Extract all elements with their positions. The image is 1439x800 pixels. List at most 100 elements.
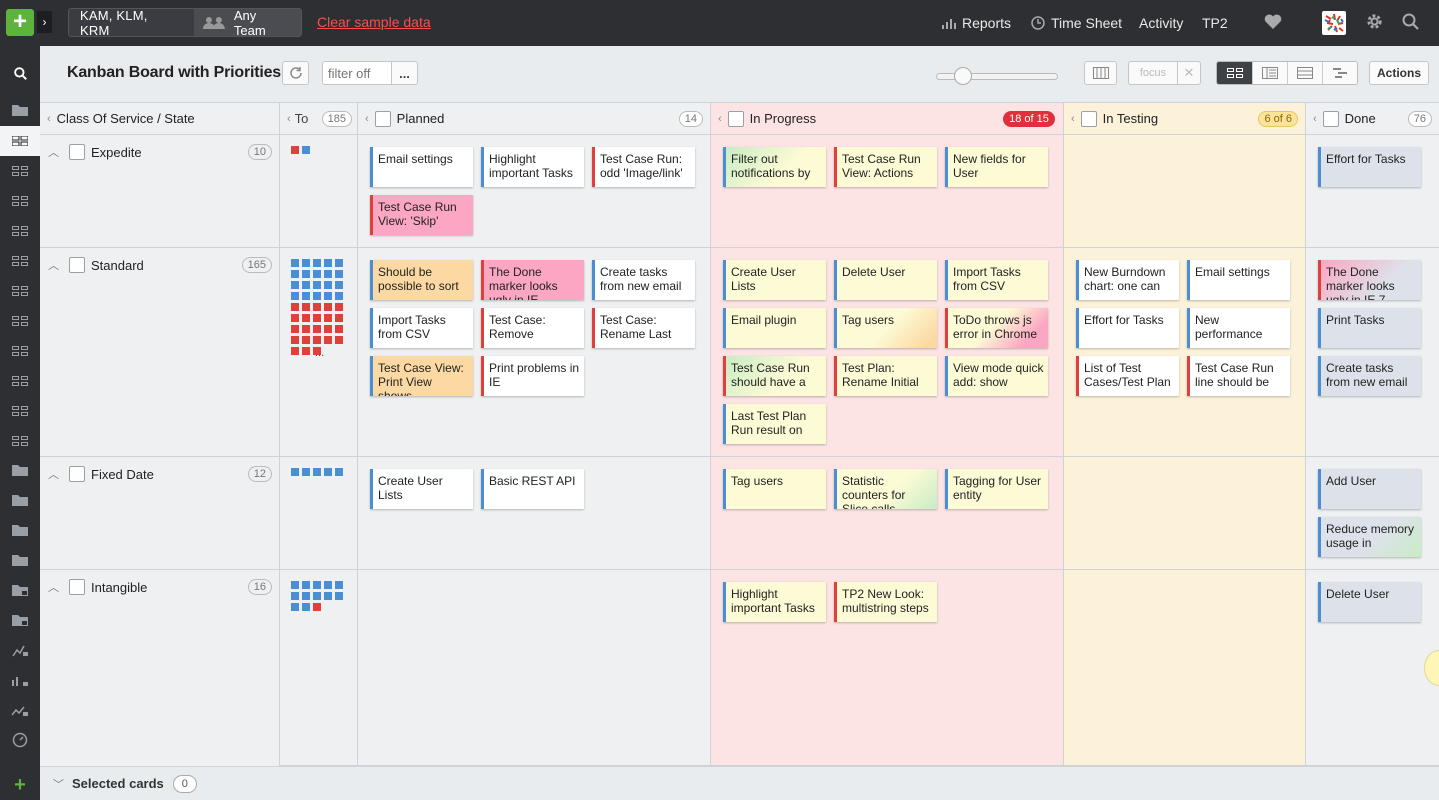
column-checkbox[interactable]: [1080, 110, 1097, 127]
todo-mini-card[interactable]: [313, 325, 321, 333]
todo-mini-card[interactable]: [335, 314, 343, 322]
todo-mini-card[interactable]: [324, 468, 332, 476]
card[interactable]: New performance: [1187, 308, 1290, 348]
todo-mini-card[interactable]: [335, 581, 343, 589]
sidebar-folder-icon[interactable]: [0, 545, 40, 575]
todo-mini-card[interactable]: [335, 281, 343, 289]
column-header-done[interactable]: ‹ Done 76: [1306, 103, 1439, 135]
chevron-left-icon[interactable]: ‹: [287, 113, 291, 125]
todo-mini-card[interactable]: [302, 581, 310, 589]
clear-sample-data-link[interactable]: Clear sample data: [317, 14, 431, 30]
todo-mini-card[interactable]: [313, 603, 321, 611]
card[interactable]: Statistic counters for Slice calls: [834, 469, 937, 509]
team-filter[interactable]: KAM, KLM, KRM Any Team: [68, 8, 302, 38]
todo-mini-card[interactable]: [291, 292, 299, 300]
sidebar-board-icon[interactable]: [0, 306, 40, 336]
add-button[interactable]: +: [6, 9, 34, 36]
todo-mini-card[interactable]: [313, 592, 321, 600]
heart-icon[interactable]: [1264, 14, 1282, 30]
todo-mini-card[interactable]: [313, 314, 321, 322]
filter-input[interactable]: [322, 61, 392, 85]
row-checkbox[interactable]: [69, 257, 85, 273]
card[interactable]: Highlight important Tasks: [481, 147, 584, 187]
chevron-up-icon[interactable]: ︿: [48, 579, 59, 595]
column-checkbox[interactable]: [727, 110, 744, 127]
card[interactable]: Should be possible to sort: [370, 260, 473, 300]
sidebar-report-icon[interactable]: [0, 665, 40, 695]
sidebar-search-icon[interactable]: [0, 58, 40, 88]
expand-menu-button[interactable]: ›: [37, 11, 52, 33]
column-header-in-progress[interactable]: ‹ In Progress 18 of 15: [711, 103, 1064, 135]
column-header-in-testing[interactable]: ‹ In Testing 6 of 6: [1064, 103, 1306, 135]
board-view-icon[interactable]: [1217, 62, 1252, 84]
todo-mini-card[interactable]: [313, 270, 321, 278]
card[interactable]: Highlight important Tasks: [723, 582, 826, 622]
todo-mini-card[interactable]: [335, 468, 343, 476]
sidebar-board-icon[interactable]: [0, 426, 40, 456]
card[interactable]: List of Test Cases/Test Plan: [1076, 356, 1179, 396]
todo-mini-card[interactable]: [335, 259, 343, 267]
card[interactable]: Tag users: [723, 469, 826, 509]
card[interactable]: Test Case View: Print View shows: [370, 356, 473, 396]
todo-mini-card[interactable]: [291, 336, 299, 344]
row-header-intangible[interactable]: ︿ Intangible 16: [40, 570, 280, 766]
sidebar-folder-icon[interactable]: [0, 95, 40, 125]
card[interactable]: Create tasks from new email: [592, 260, 695, 300]
card[interactable]: Import Tasks from CSV: [370, 308, 473, 348]
todo-mini-card[interactable]: [291, 314, 299, 322]
sidebar-board-icon[interactable]: [0, 396, 40, 426]
zoom-slider-handle[interactable]: [954, 67, 972, 85]
card[interactable]: The Done marker looks ugly in IE 7: [1318, 260, 1421, 300]
sidebar-board-icon[interactable]: [0, 246, 40, 276]
todo-mini-card[interactable]: [291, 468, 299, 476]
list-view-icon[interactable]: [1287, 62, 1322, 84]
card[interactable]: Test Case: Rename Last: [592, 308, 695, 348]
timeline-view-icon[interactable]: [1322, 62, 1357, 84]
card[interactable]: Basic REST API: [481, 469, 584, 509]
row-header-standard[interactable]: ︿ Standard 165: [40, 248, 280, 457]
chevron-left-icon[interactable]: ‹: [47, 113, 51, 125]
team-filter-button[interactable]: Any Team: [194, 8, 301, 38]
card[interactable]: Print Tasks: [1318, 308, 1421, 348]
column-checkbox[interactable]: [374, 110, 391, 127]
chevron-left-icon[interactable]: ‹: [1071, 113, 1075, 125]
sidebar-report-icon[interactable]: [0, 635, 40, 665]
todo-mini-card[interactable]: [302, 592, 310, 600]
card[interactable]: Effort for Tasks: [1076, 308, 1179, 348]
row-checkbox[interactable]: [69, 579, 85, 595]
todo-mini-card[interactable]: [324, 325, 332, 333]
chevron-left-icon[interactable]: ‹: [1313, 113, 1317, 125]
todo-mini-card[interactable]: [291, 592, 299, 600]
sidebar-board-icon[interactable]: [0, 126, 40, 156]
todo-mini-card[interactable]: [324, 292, 332, 300]
todo-mini-card[interactable]: [291, 603, 299, 611]
actions-button[interactable]: Actions: [1369, 61, 1429, 85]
company-logo[interactable]: [1322, 11, 1346, 35]
reports-link[interactable]: Reports: [942, 0, 1011, 46]
card[interactable]: Email plugin: [723, 308, 826, 348]
todo-mini-card[interactable]: [324, 270, 332, 278]
todo-more-indicator[interactable]: ...: [315, 347, 324, 359]
sidebar-board-icon[interactable]: [0, 216, 40, 246]
todo-mini-card[interactable]: [313, 281, 321, 289]
chevron-up-icon[interactable]: ︿: [48, 466, 59, 482]
todo-mini-card[interactable]: [302, 281, 310, 289]
todo-mini-card[interactable]: [291, 347, 299, 355]
sidebar-board-icon[interactable]: [0, 276, 40, 306]
filter-options-button[interactable]: ...: [391, 61, 418, 85]
todo-mini-card[interactable]: [335, 292, 343, 300]
column-checkbox[interactable]: [1322, 110, 1339, 127]
card[interactable]: Test Case Run: odd 'Image/link': [592, 147, 695, 187]
card[interactable]: New fields for User: [945, 147, 1048, 187]
todo-mini-card[interactable]: [302, 336, 310, 344]
sidebar-board-icon[interactable]: [0, 336, 40, 366]
row-checkbox[interactable]: [69, 144, 85, 160]
card[interactable]: Delete User: [834, 260, 937, 300]
refresh-button[interactable]: [282, 61, 309, 85]
todo-mini-card[interactable]: [313, 468, 321, 476]
sidebar-folder-icon[interactable]: [0, 485, 40, 515]
card[interactable]: The Done marker looks ugly in IE: [481, 260, 584, 300]
card[interactable]: Test Case Run line should be: [1187, 356, 1290, 396]
todo-mini-card[interactable]: [324, 303, 332, 311]
details-view-icon[interactable]: [1252, 62, 1287, 84]
